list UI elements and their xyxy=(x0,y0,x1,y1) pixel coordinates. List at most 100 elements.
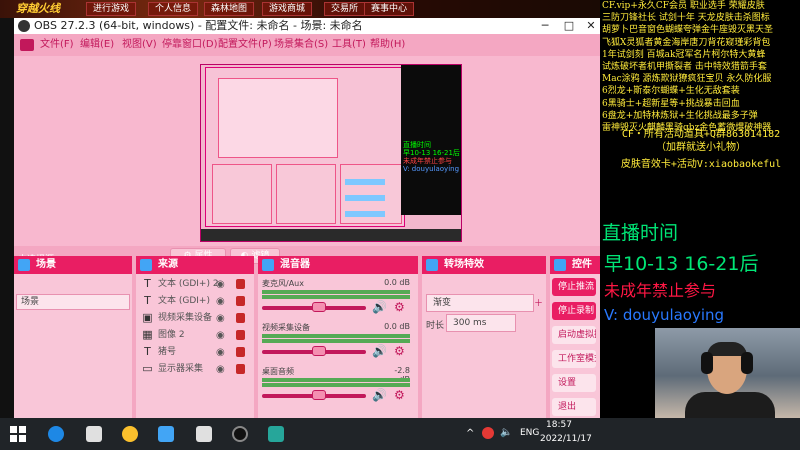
scene-list-item[interactable]: 场景 xyxy=(16,294,130,310)
stop-streaming-button[interactable]: 停止推流 xyxy=(552,278,596,296)
source-row[interactable]: ▭ 显示器采集 ◉ xyxy=(136,361,254,378)
close-icon[interactable]: ✕ xyxy=(580,18,602,34)
app-menu-icon[interactable] xyxy=(20,39,34,51)
transition-add-icon[interactable]: ＋ xyxy=(534,296,543,309)
source-row[interactable]: ▣ 视频采集设备 ◉ xyxy=(136,310,254,327)
document-icon[interactable] xyxy=(196,426,212,442)
volume-tray-icon[interactable]: 🔈 xyxy=(500,427,512,438)
duration-input[interactable]: 300 ms xyxy=(446,314,516,332)
promo-line: CF.vip+永久CF会员 职业选手 荣耀皮肤 xyxy=(602,1,765,11)
exit-button[interactable]: 退出 xyxy=(552,398,596,416)
group-sub: （加群就送小礼物） xyxy=(656,142,746,153)
menu-docks[interactable]: 停靠窗口(D) xyxy=(162,38,218,52)
text-icon: T xyxy=(144,294,151,307)
studio-mode-button[interactable]: 工作室模式 xyxy=(552,350,596,368)
speaker-icon[interactable]: 🔊 xyxy=(372,300,387,314)
clock-date[interactable]: 2022/11/17 xyxy=(540,434,592,444)
windows-start-icon[interactable] xyxy=(10,426,26,442)
maximize-icon[interactable]: □ xyxy=(558,18,580,34)
nested-overlay-capture xyxy=(401,65,461,215)
language-indicator[interactable]: ENG xyxy=(520,428,539,438)
gear-icon[interactable]: ⚙ xyxy=(394,344,405,358)
eye-icon[interactable]: ◉ xyxy=(216,293,225,310)
settings-button[interactable]: 设置 xyxy=(552,374,596,392)
display-capture-icon: ▭ xyxy=(142,362,153,375)
stop-recording-button[interactable]: 停止录制 xyxy=(552,302,596,320)
start-tile xyxy=(19,435,26,442)
lock-icon[interactable] xyxy=(236,279,245,289)
duration-label: 时长 xyxy=(426,321,445,331)
promo-line: 6黑骑士+超新星等+挑战暴击回血 xyxy=(602,98,740,109)
obs-taskbar-icon[interactable] xyxy=(232,426,248,442)
promo-line: 6烈龙+斯泰尔蝴蝶+生化无敌套装 xyxy=(602,86,740,97)
transitions-dock-icon xyxy=(426,259,438,271)
game-nav-map[interactable]: 森林地图 xyxy=(204,2,255,16)
preview-canvas[interactable]: 直播时间 早10-13 16-21后 未成年禁止参与 V: douyulaoyi… xyxy=(200,64,462,242)
clock-time[interactable]: 18:57 xyxy=(546,420,572,430)
game-nav-exchange[interactable]: 交易所 xyxy=(324,2,366,16)
eye-icon[interactable]: ◉ xyxy=(216,327,225,344)
volume-slider-knob[interactable] xyxy=(312,302,326,312)
menu-tools[interactable]: 工具(T) xyxy=(332,38,366,52)
eye-icon[interactable]: ◉ xyxy=(216,310,225,327)
mixer-title: 混音器 xyxy=(280,259,310,270)
speaker-icon[interactable]: 🔊 xyxy=(372,344,387,358)
nested-obs-capture-inner xyxy=(218,78,338,158)
game-nav-play[interactable]: 进行游戏 xyxy=(86,2,137,16)
g-app-icon[interactable] xyxy=(122,426,138,442)
mixer-header: 混音器 xyxy=(258,256,418,274)
eye-icon[interactable]: ◉ xyxy=(216,344,225,361)
image-icon: ▦ xyxy=(142,328,153,341)
live-time-title: 直播时间 xyxy=(602,222,679,244)
channel-db: 0.0 dB xyxy=(384,322,410,331)
source-label: 文本 (GDI+) xyxy=(158,296,210,306)
lock-icon[interactable] xyxy=(236,330,245,340)
lock-icon[interactable] xyxy=(236,347,245,357)
menu-help[interactable]: 帮助(H) xyxy=(370,38,405,52)
mixer-dock-icon xyxy=(262,259,274,271)
feishu-icon[interactable] xyxy=(158,426,174,442)
minors-notice: 未成年禁止参与 xyxy=(604,281,717,300)
scenes-title: 场景 xyxy=(36,259,56,270)
sources-title: 来源 xyxy=(158,259,178,270)
source-row[interactable]: ▦ 图像 2 ◉ xyxy=(136,327,254,344)
image-viewer-icon[interactable] xyxy=(268,426,284,442)
menu-edit[interactable]: 编辑(E) xyxy=(80,38,114,52)
game-nav-store[interactable]: 游戏商城 xyxy=(262,2,313,16)
source-row[interactable]: T 猪号 ◉ xyxy=(136,344,254,361)
menu-profile[interactable]: 配置文件(P) xyxy=(218,38,272,52)
windows-taskbar: ^ 🔈 xyxy=(0,418,800,450)
lock-icon[interactable] xyxy=(236,313,245,323)
source-row[interactable]: T 文本 (GDI+) 2 ◉ xyxy=(136,276,254,293)
source-label: 图像 2 xyxy=(158,330,185,340)
menu-bar: 文件(F) 编辑(E) 视图(V) 停靠窗口(D) 配置文件(P) 场景集合(S… xyxy=(14,34,600,56)
webcam-feed xyxy=(655,328,800,424)
menu-scene-collection[interactable]: 场景集合(S) xyxy=(274,38,328,52)
promo-line: 三防刀锋社长 试剑十年 天龙皮肤击杀图标 xyxy=(602,13,770,24)
text-icon: T xyxy=(144,277,151,290)
menu-view[interactable]: 视图(V) xyxy=(122,38,157,52)
gear-icon[interactable]: ⚙ xyxy=(394,388,405,402)
weibo-tray-icon[interactable] xyxy=(482,427,494,439)
volume-slider-knob[interactable] xyxy=(312,390,326,400)
volume-slider-knob[interactable] xyxy=(312,346,326,356)
eye-icon[interactable]: ◉ xyxy=(216,276,225,293)
minimize-icon[interactable]: ─ xyxy=(534,18,556,34)
menu-file[interactable]: 文件(F) xyxy=(40,38,74,52)
controls-dock: 控件 停止推流 停止录制 启动虚拟摄像机 工作室模式 设置 退出 xyxy=(550,256,600,436)
lock-icon[interactable] xyxy=(236,364,245,374)
game-nav-profile[interactable]: 个人信息 xyxy=(148,2,199,16)
file-icon[interactable] xyxy=(86,426,102,442)
gear-icon[interactable]: ⚙ xyxy=(394,300,405,314)
virtual-camera-button[interactable]: 启动虚拟摄像机 xyxy=(552,326,596,344)
promo-line: 飞狐X灵狐者黄金海岸唐刀背花窥瑾彩背包 xyxy=(602,37,771,48)
speaker-icon[interactable]: 🔊 xyxy=(372,388,387,402)
level-meter xyxy=(262,339,410,343)
lock-icon[interactable] xyxy=(236,296,245,306)
eye-icon[interactable]: ◉ xyxy=(216,361,225,378)
browser-icon[interactable] xyxy=(48,426,64,442)
tray-chevron-icon[interactable]: ^ xyxy=(466,428,474,439)
game-nav-events[interactable]: 赛事中心 xyxy=(364,2,415,16)
transition-select[interactable]: 渐变 xyxy=(426,294,534,312)
source-row[interactable]: T 文本 (GDI+) ◉ xyxy=(136,293,254,310)
